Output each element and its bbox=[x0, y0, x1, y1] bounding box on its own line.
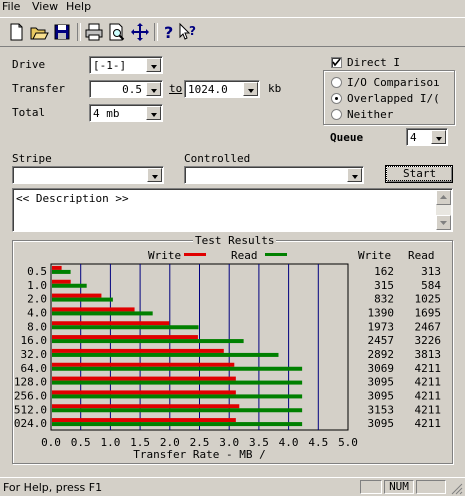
write-value: 2892 bbox=[368, 348, 395, 361]
read-value: 4211 bbox=[415, 403, 442, 416]
read-value: 4211 bbox=[415, 362, 442, 375]
y-tick-label: 256.0 bbox=[14, 389, 47, 402]
write-value: 315 bbox=[374, 279, 394, 292]
bar-write bbox=[52, 335, 198, 340]
write-value: 162 bbox=[374, 265, 394, 278]
read-value: 584 bbox=[421, 279, 441, 292]
y-tick-label: 024.0 bbox=[14, 417, 47, 430]
bar-write bbox=[52, 362, 235, 367]
status-panel-scrl bbox=[416, 480, 446, 494]
read-value: 1695 bbox=[415, 306, 442, 319]
bar-read bbox=[52, 366, 303, 371]
bar-read bbox=[52, 269, 71, 274]
read-value: 4211 bbox=[415, 389, 442, 402]
bar-read bbox=[52, 380, 303, 385]
y-tick-label: 512.0 bbox=[14, 403, 47, 416]
read-value: 1025 bbox=[415, 293, 442, 306]
bar-read bbox=[52, 422, 303, 427]
bar-read bbox=[52, 408, 303, 413]
status-bar: For Help, press F1 NUM bbox=[0, 477, 465, 496]
x-tick-label: 4.5 bbox=[308, 436, 328, 449]
y-tick-label: 8.0 bbox=[27, 320, 47, 333]
x-tick-label: 0.0 bbox=[41, 436, 61, 449]
x-axis-label: Transfer Rate - MB / bbox=[133, 448, 265, 461]
read-value: 313 bbox=[421, 265, 441, 278]
legend-write-swatch bbox=[184, 253, 206, 256]
bar-write bbox=[52, 279, 71, 284]
results-chart: 0.0 0.5 1.0 1.5 2.0 2.5 3.0 3.5 4.0 4.5 5.0Transfe… bbox=[14, 249, 442, 461]
bar-write bbox=[52, 348, 224, 353]
read-value: 4211 bbox=[415, 417, 442, 430]
y-tick-label: 0.5 bbox=[27, 265, 47, 278]
write-value: 1390 bbox=[368, 306, 395, 319]
bar-read bbox=[52, 297, 113, 302]
write-value: 3069 bbox=[368, 362, 395, 375]
y-tick-label: 2.0 bbox=[27, 293, 47, 306]
bar-read bbox=[52, 311, 153, 316]
read-value: 2467 bbox=[415, 320, 442, 333]
legend-write-label: Write bbox=[148, 249, 181, 262]
bar-write bbox=[52, 307, 135, 312]
bar-read bbox=[52, 283, 87, 288]
read-value: 3226 bbox=[415, 334, 442, 347]
bar-write bbox=[52, 390, 236, 395]
bar-write bbox=[52, 265, 62, 270]
y-tick-label: 4.0 bbox=[27, 306, 47, 319]
bar-write bbox=[52, 321, 170, 326]
y-tick-label: 16.0 bbox=[21, 334, 48, 347]
resize-grip-icon[interactable] bbox=[450, 482, 463, 495]
x-tick-label: 4.0 bbox=[279, 436, 299, 449]
write-value: 3095 bbox=[368, 389, 395, 402]
column-header-read: Read bbox=[408, 249, 435, 262]
x-tick-label: 1.0 bbox=[100, 436, 120, 449]
y-tick-label: 128.0 bbox=[14, 376, 47, 389]
bar-read bbox=[52, 325, 199, 330]
write-value: 3095 bbox=[368, 376, 395, 389]
status-num: NUM bbox=[384, 480, 414, 494]
write-value: 2457 bbox=[368, 334, 395, 347]
bar-write bbox=[52, 404, 240, 409]
column-header-write: Write bbox=[358, 249, 391, 262]
status-panel-empty bbox=[360, 480, 382, 494]
read-value: 4211 bbox=[415, 376, 442, 389]
bar-write bbox=[52, 376, 236, 381]
write-value: 832 bbox=[374, 293, 394, 306]
status-help-text: For Help, press F1 bbox=[3, 481, 103, 494]
read-value: 3813 bbox=[415, 348, 442, 361]
y-tick-label: 1.0 bbox=[27, 279, 47, 292]
bar-write bbox=[52, 418, 236, 423]
x-tick-label: 5.0 bbox=[338, 436, 358, 449]
bar-write bbox=[52, 293, 102, 298]
write-value: 1973 bbox=[368, 320, 395, 333]
write-value: 3153 bbox=[368, 403, 395, 416]
x-tick-label: 0.5 bbox=[71, 436, 91, 449]
bar-read bbox=[52, 352, 279, 357]
bar-read bbox=[52, 394, 303, 399]
write-value: 3095 bbox=[368, 417, 395, 430]
y-tick-label: 64.0 bbox=[21, 362, 48, 375]
y-tick-label: 32.0 bbox=[21, 348, 48, 361]
bar-read bbox=[52, 339, 244, 344]
legend-read-label: Read bbox=[231, 249, 258, 262]
legend-read-swatch bbox=[265, 253, 287, 256]
